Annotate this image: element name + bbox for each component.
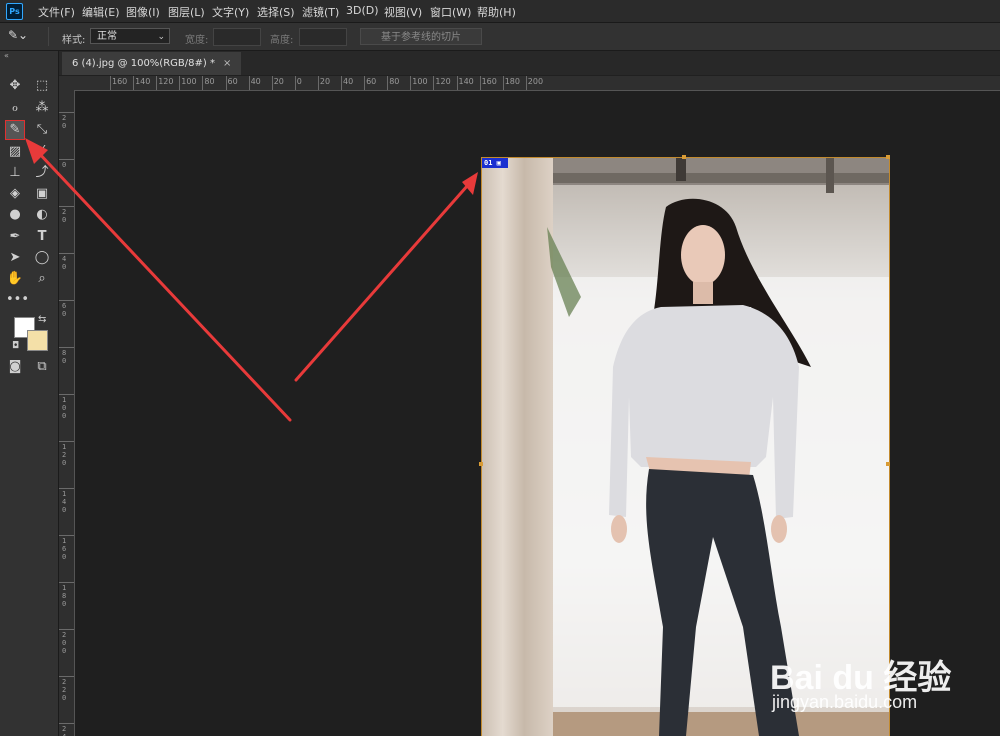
- baidu-watermark-url: jingyan.baidu.com: [772, 692, 918, 712]
- annotation-arrow-to-slice: [294, 183, 470, 382]
- arrowhead-icon: [462, 172, 478, 195]
- annotation-arrow-to-tool: [34, 148, 292, 422]
- annotation-arrows: [25, 138, 478, 422]
